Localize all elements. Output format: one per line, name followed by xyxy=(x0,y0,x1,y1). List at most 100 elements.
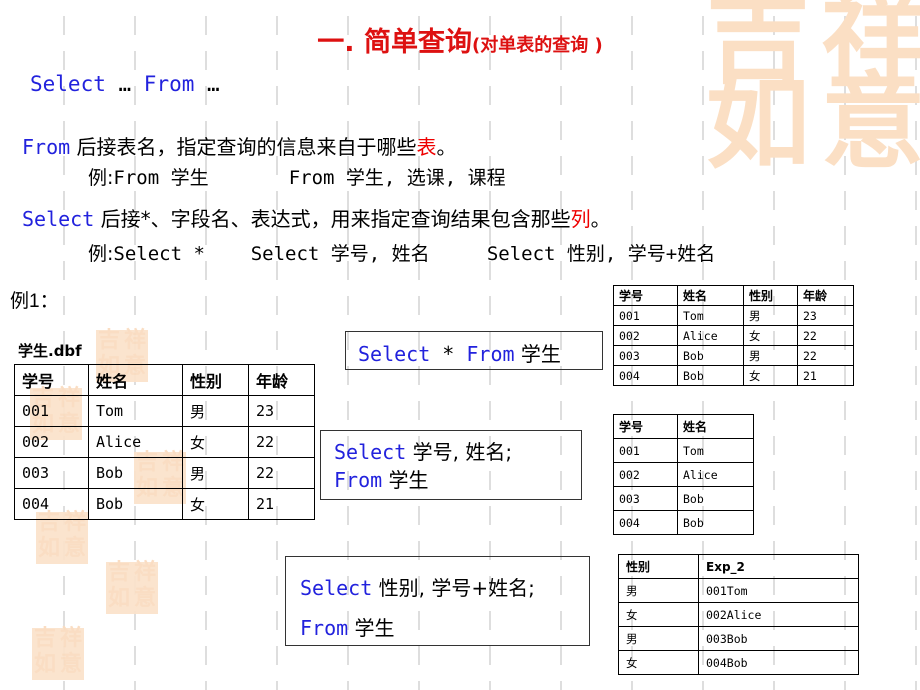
sql-column-list: 性别, 学号+姓名; xyxy=(372,576,535,600)
sql-column-list: 学号, 姓名; xyxy=(406,440,513,464)
sql-line: Select 性别, 学号+姓名; xyxy=(300,569,589,609)
table-row: 男 001Tom xyxy=(618,578,859,603)
select-example-prefix: 例: xyxy=(88,243,114,265)
cell: Bob xyxy=(88,457,183,489)
cell: 女 xyxy=(743,325,798,346)
select-example-3: Select 性别, 学号+姓名 xyxy=(486,243,716,265)
sql-keyword-from: From xyxy=(300,616,349,640)
sql-star: * xyxy=(430,342,467,366)
select-description-text: 后接*、字段名、表达式，用来指定查询结果包含那些 xyxy=(94,207,571,231)
result-table-id-name: 学号 姓名 001 Tom 002 Alice 003 Bob 004 Bob xyxy=(613,414,754,535)
cell: 001 xyxy=(613,438,678,463)
cell: 22 xyxy=(248,457,315,489)
cell: 女 xyxy=(618,650,699,675)
cell: 22 xyxy=(797,325,854,346)
cell: Tom xyxy=(677,305,744,326)
cell: 23 xyxy=(248,395,315,427)
cell: 男 xyxy=(743,305,798,326)
cell: 002Alice xyxy=(698,602,859,627)
cell: Bob xyxy=(677,365,744,386)
cell: Bob xyxy=(677,345,744,366)
cell: 21 xyxy=(797,365,854,386)
cell: 男 xyxy=(618,578,699,603)
students-table: 学号 姓名 性别 年龄 001 Tom 男 23 002 Alice 女 22 xyxy=(14,364,315,520)
table-row: 001 Tom 男 23 xyxy=(14,395,315,427)
syntax-line: Select … From … xyxy=(30,72,220,97)
sql-statement-box-3: Select 性别, 学号+姓名; From 学生 xyxy=(285,556,590,646)
cell: 22 xyxy=(248,426,315,458)
cell: 002 xyxy=(613,325,678,346)
cell: 001Tom xyxy=(698,578,859,603)
cell: 男 xyxy=(182,457,249,489)
cell: Alice xyxy=(88,426,183,458)
cell: 004 xyxy=(14,488,89,520)
table-row: 001 Tom xyxy=(613,438,754,463)
table-row: 002 Alice 女 22 xyxy=(613,325,854,346)
cell: 004 xyxy=(613,510,678,535)
column-header: 学号 xyxy=(613,285,678,306)
select-description-highlight: 列 xyxy=(570,207,591,231)
syntax-from-keyword: From xyxy=(143,72,195,96)
table-row: 001 Tom 男 23 xyxy=(613,305,854,326)
syntax-ellipsis-1: … xyxy=(105,72,144,96)
column-header: 学号 xyxy=(613,414,678,439)
cell: 002 xyxy=(14,426,89,458)
table-header-row: 性别 Exp_2 xyxy=(618,554,859,579)
sql-statement-box-1: Select * From 学生 xyxy=(345,331,603,370)
sql-line: From 学生 xyxy=(334,467,581,495)
cell: Bob xyxy=(88,488,183,520)
table-row: 女 004Bob xyxy=(618,650,859,675)
cell: 001 xyxy=(14,395,89,427)
cell: 女 xyxy=(182,488,249,520)
from-example-prefix: 例: xyxy=(88,167,114,189)
sql-statement-box-2: Select 学号, 姓名; From 学生 xyxy=(320,430,582,500)
table-row: 003 Bob 男 22 xyxy=(613,345,854,366)
select-example-gap-1 xyxy=(205,243,251,265)
from-example-line: 例:From 学生 From 学生, 选课, 课程 xyxy=(88,163,506,190)
table-row: 女 002Alice xyxy=(618,602,859,627)
table-row: 004 Bob 女 21 xyxy=(14,488,315,520)
select-example-2: Select 学号, 姓名 xyxy=(250,243,430,265)
column-header: Exp_2 xyxy=(698,554,859,579)
cell: 女 xyxy=(743,365,798,386)
cell: 女 xyxy=(618,602,699,627)
column-header: 姓名 xyxy=(677,285,744,306)
cell: 男 xyxy=(618,626,699,651)
column-header: 姓名 xyxy=(677,414,754,439)
table-row: 002 Alice 女 22 xyxy=(14,426,315,458)
cell: 003 xyxy=(14,457,89,489)
column-header: 性别 xyxy=(618,554,699,579)
students-table-caption: 学生.dbf xyxy=(18,342,82,360)
table-header-row: 学号 姓名 性别 年龄 xyxy=(14,364,315,396)
sql-keyword-select: Select xyxy=(358,342,431,366)
sql-line: From 学生 xyxy=(300,609,589,649)
from-description-highlight: 表 xyxy=(416,135,437,159)
page-title-sub: (对单表的查询 ) xyxy=(471,35,603,56)
select-example-1: Select * xyxy=(113,243,205,265)
table-row: 003 Bob 男 22 xyxy=(14,457,315,489)
sql-table-name: 学生 xyxy=(382,468,429,492)
cell: 男 xyxy=(182,395,249,427)
sql-table-name: 学生 xyxy=(348,616,395,640)
from-example-gap xyxy=(209,167,289,189)
select-description-period: 。 xyxy=(590,207,611,231)
from-description-period: 。 xyxy=(436,135,457,159)
column-header: 年龄 xyxy=(797,285,854,306)
cell: Bob xyxy=(677,510,754,535)
cell: Alice xyxy=(677,462,754,487)
cell: 003Bob xyxy=(698,626,859,651)
sql-line: Select 学号, 姓名; xyxy=(334,439,581,467)
column-header: 性别 xyxy=(743,285,798,306)
from-keyword: From xyxy=(22,135,71,159)
from-description-text: 后接表名，指定查询的信息来自于哪些 xyxy=(70,135,417,159)
cell: 002 xyxy=(613,462,678,487)
column-header: 年龄 xyxy=(248,364,315,396)
result-table-gender-expr: 性别 Exp_2 男 001Tom 女 002Alice 男 003Bob 女 … xyxy=(618,554,859,675)
from-example-2: From 学生, 选课, 课程 xyxy=(288,167,506,189)
select-example-line: 例:Select * Select 学号, 姓名 Select 性别, 学号+姓… xyxy=(88,239,715,266)
cell: Tom xyxy=(88,395,183,427)
sql-keyword-select: Select xyxy=(300,576,373,600)
cell: 003 xyxy=(613,345,678,366)
cell: 22 xyxy=(797,345,854,366)
cell: 004 xyxy=(613,365,678,386)
